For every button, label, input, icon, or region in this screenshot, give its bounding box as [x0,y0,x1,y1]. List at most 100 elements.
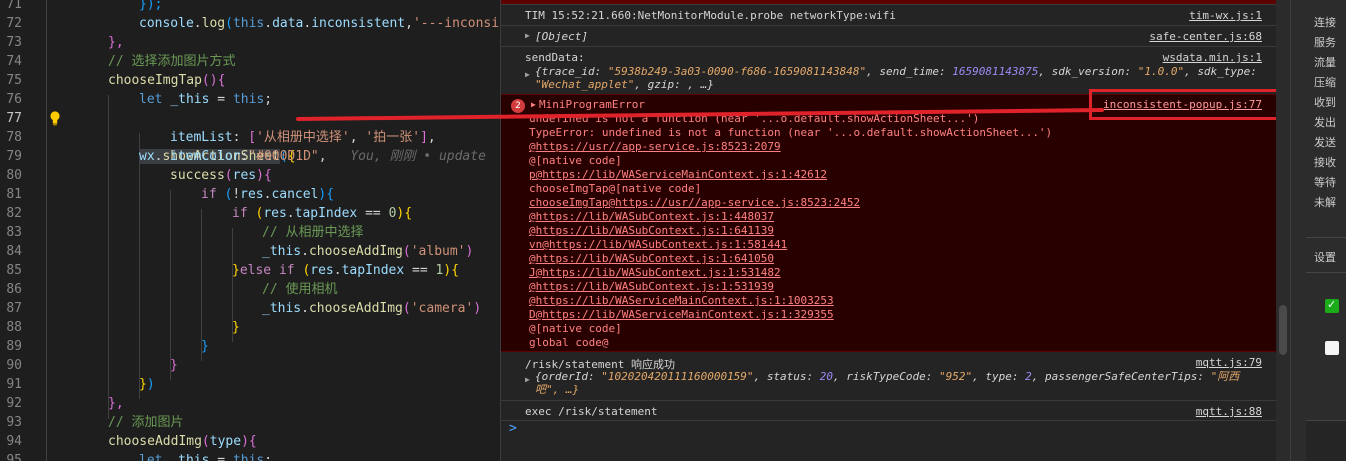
code-text: }) [139,377,155,392]
error-entry[interactable]: 2 ▶ MiniProgramError inconsistent-popup.… [501,94,1290,352]
code-line[interactable]: 84 _this.chooseAddImg('album') [0,242,500,261]
code-text: } [170,358,178,373]
settings-label[interactable]: 设置 [1314,249,1336,265]
console-log-row[interactable]: exec /risk/statement mqtt.js:88 [501,405,1290,421]
divider [501,400,1290,401]
divider [501,46,1290,47]
code-text: // 使用相机 [262,282,338,297]
code-text: itemList: ['从相册中选择', '拍一张'], [170,130,436,145]
code-line[interactable]: 80 success(res){ [0,166,500,185]
stack-trace-line[interactable]: J@https://lib/WASubContext.js:1:531482 [529,266,781,280]
code-line[interactable]: 83 // 从相册中选择 [0,223,500,242]
stack-trace-line[interactable]: @https://lib/WASubContext.js:1:448037 [529,210,774,224]
stack-trace-line[interactable]: @https://lib/WASubContext.js:1:641139 [529,224,774,238]
object-preview[interactable]: {trace_id: "5938b249-3a03-0090-f686-1659… [535,65,1257,91]
divider [501,420,1290,421]
stack-trace-line[interactable]: @https://lib/WASubContext.js:1:531939 [529,280,774,294]
line-number: 81 [6,187,22,202]
console-log-row[interactable]: ▶ [Object] safe-center.js:68 [501,30,1290,46]
source-link[interactable]: wsdata.min.js:1 [1163,51,1262,64]
stack-trace-line: @[native code] [529,322,622,335]
line-number: 91 [6,377,22,392]
code-line[interactable]: 72 console.log(this.data.inconsistent,'--… [0,14,500,33]
console-log-row[interactable]: /risk/statement 响应成功 mqtt.js:79 ▶ {order… [501,356,1290,398]
code-line[interactable]: 75 chooseImgTap(){ [0,71,500,90]
line-number: 73 [6,35,22,50]
source-link[interactable]: mqtt.js:88 [1196,405,1262,418]
code-line[interactable]: 82 if (res.tapIndex == 0){ [0,204,500,223]
line-number: 87 [6,301,22,316]
code-text: success(res){ [170,168,272,183]
code-line[interactable]: 78 itemList: ['从相册中选择', '拍一张'], [0,128,500,147]
object-preview[interactable]: [Object] [535,30,588,43]
code-editor[interactable]: 71}); 72 console.log(this.data.inconsiste… [0,0,500,461]
console-log-row[interactable]: sendData: wsdata.min.js:1 ▶ {trace_id: "… [501,51,1290,93]
code-text: // 添加图片 [108,415,184,430]
code-line[interactable]: 86 // 使用相机 [0,280,500,299]
code-line[interactable]: 93 // 添加图片 [0,413,500,432]
panel-field-label: 未解 [1314,196,1336,209]
code-text: console.log(this.data.inconsistent,'---i… [139,16,500,31]
expand-triangle-icon[interactable]: ▶ [525,375,530,384]
code-line[interactable]: 91}) [0,375,500,394]
code-line[interactable]: 85}else if (res.tapIndex == 1){ [0,261,500,280]
code-line[interactable]: 71}); [0,0,500,14]
stack-trace-line: TypeError: undefined is not a function (… [529,126,1053,139]
stack-trace-line[interactable]: D@https://lib/WAServiceMainContext.js:1:… [529,308,834,322]
code-line[interactable]: 88} [0,318,500,337]
code-text: } [201,339,209,354]
panel-footer [1306,420,1346,461]
expand-triangle-icon[interactable]: ▶ [531,100,536,109]
expand-triangle-icon[interactable]: ▶ [525,70,530,79]
line-number: 74 [6,54,22,69]
code-line[interactable]: 73}, [0,33,500,52]
code-line[interactable]: 95 let _this = this; [0,451,500,461]
divider [1306,237,1346,238]
line-number: 77 [6,111,22,126]
code-text: if (!res.cancel){ [201,187,335,202]
code-line[interactable]: 89} [0,337,500,356]
code-line[interactable]: 79 itemColor:"#000D1D", [0,147,500,166]
line-number: 85 [6,263,22,278]
panel-field-label: 等待 [1314,176,1336,189]
code-line[interactable]: 87 _this.chooseAddImg('camera') [0,299,500,318]
panel-field-label: 流量 [1314,56,1336,69]
code-text: // 选择添加图片方式 [108,54,236,69]
divider [501,4,1290,5]
devtools-console[interactable]: TIM 15:52:21.660:NetMonitorModule.probe … [500,0,1290,461]
annotation-highlight-box [1089,89,1281,120]
console-scrollbar[interactable] [1276,0,1290,461]
source-link[interactable]: mqtt.js:79 [1196,356,1262,369]
stack-trace-line[interactable]: vn@https://lib/WASubContext.js:1:581441 [529,238,787,252]
lightbulb-icon[interactable] [49,110,61,126]
line-number: 93 [6,415,22,430]
scrollbar-thumb[interactable] [1279,305,1287,355]
line-number: 83 [6,225,22,240]
checkbox-checked[interactable] [1325,298,1339,313]
stack-trace-line[interactable]: @https://lib/WASubContext.js:1:641050 [529,252,774,266]
line-number: 86 [6,282,22,297]
stack-trace-line: undefined is not a function (near '...o.… [529,112,980,125]
code-line[interactable]: 81 if (!res.cancel){ [0,185,500,204]
console-prompt-input[interactable]: > [509,421,517,436]
source-link[interactable]: safe-center.js:68 [1149,30,1262,43]
stack-trace-line[interactable]: chooseImgTap@https://usr//app-service.js… [529,196,860,210]
code-line[interactable]: 92}, [0,394,500,413]
stack-trace-line[interactable]: @https://usr//app-service.js:8523:2079 [529,140,781,154]
stack-trace-line[interactable]: p@https://lib/WAServiceMainContext.js:1:… [529,168,827,182]
error-count-badge: 2 [511,99,525,113]
code-line-current[interactable]: 77 wx.showActionSheet({ You, 刚刚 • update [0,109,500,164]
object-preview[interactable]: {orderId: "102020420111160000159", statu… [535,370,1239,396]
console-log-row[interactable]: TIM 15:52:21.660:NetMonitorModule.probe … [501,9,1290,25]
checkbox-unchecked[interactable] [1325,341,1339,355]
code-line[interactable]: 90} [0,356,500,375]
code-line[interactable]: 76 let _this = this; [0,90,500,109]
stack-trace-line: @[native code] [529,154,622,167]
stack-trace-line[interactable]: @https://lib/WAServiceMainContext.js:1:1… [529,294,834,308]
code-line[interactable]: 94 chooseAddImg(type){ [0,432,500,451]
line-number: 84 [6,244,22,259]
expand-triangle-icon[interactable]: ▶ [525,31,530,40]
source-link[interactable]: tim-wx.js:1 [1189,9,1262,22]
code-line[interactable]: 74 // 选择添加图片方式 [0,52,500,71]
panel-field-label: 发送 [1314,136,1336,149]
